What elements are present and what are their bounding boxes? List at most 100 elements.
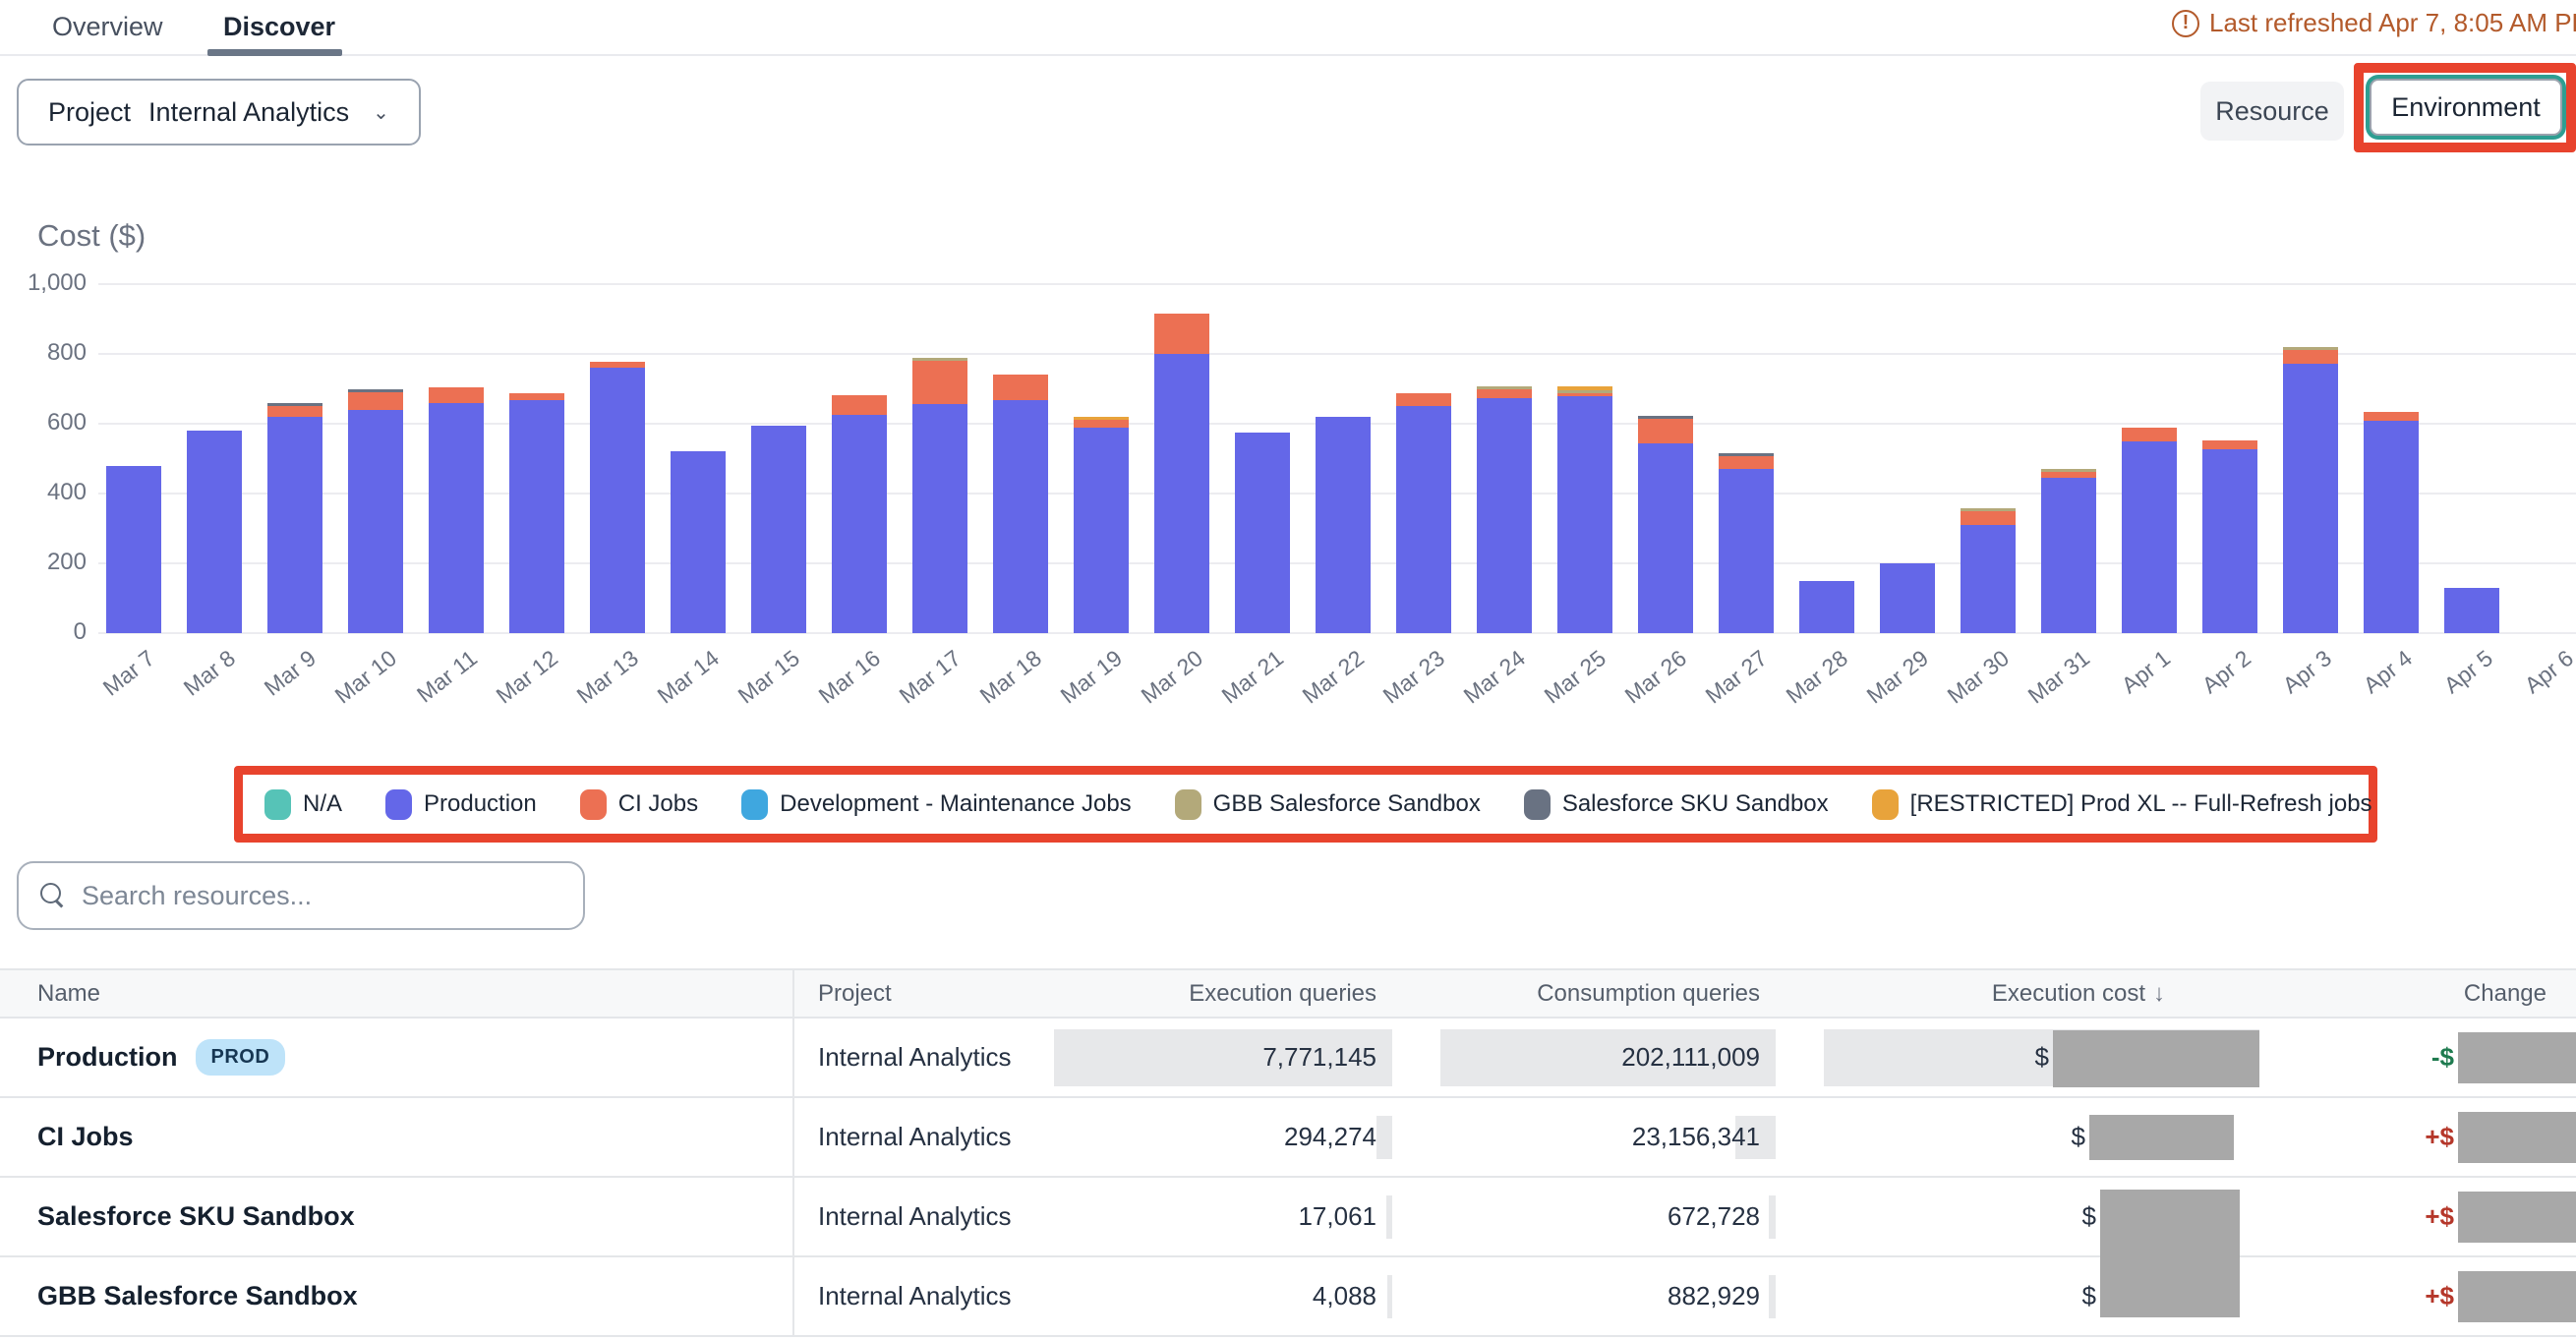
legend-item-ci-jobs[interactable]: CI Jobs — [580, 789, 698, 820]
bar-segment-production[interactable] — [1799, 581, 1854, 633]
col-header-execution-queries[interactable]: Execution queries — [1091, 970, 1392, 1017]
bar-segment-production[interactable] — [1154, 354, 1209, 633]
col-header-consumption-queries[interactable]: Consumption queries — [1392, 970, 1776, 1017]
legend-label: Development - Maintenance Jobs — [780, 790, 1132, 818]
bar-segment-production[interactable] — [1719, 469, 1774, 633]
bar-segment-production[interactable] — [187, 431, 242, 633]
bar-segment-production[interactable] — [2041, 478, 2096, 633]
bar-segment-ci-jobs[interactable] — [348, 392, 403, 410]
x-axis-tick-label: Mar 28 — [1782, 645, 1853, 709]
bar-segment-ci-jobs[interactable] — [267, 406, 322, 417]
bar-segment-production[interactable] — [590, 368, 645, 633]
consumption-queries-value: 672,728 — [1668, 1201, 1760, 1232]
bar-segment-production[interactable] — [1235, 433, 1290, 633]
execution-queries-value: 294,274 — [1284, 1122, 1376, 1152]
bar-segment-ci-jobs[interactable] — [590, 362, 645, 368]
bar-segment-production[interactable] — [348, 410, 403, 633]
legend-item-n-a[interactable]: N/A — [264, 789, 342, 820]
bar-segment-production[interactable] — [832, 415, 887, 633]
col-header-change[interactable]: Change — [2259, 970, 2576, 1017]
bar-segment-ci-jobs[interactable] — [993, 375, 1048, 400]
bar-segment--restricted-prod-xl-full-refresh-jobs[interactable] — [1074, 417, 1129, 420]
col-header-project[interactable]: Project — [794, 970, 1091, 1017]
environment-toggle-button[interactable]: Environment — [2370, 79, 2562, 136]
bar-segment-production[interactable] — [1477, 398, 1532, 633]
bar-segment-production[interactable] — [2202, 449, 2257, 633]
cost-currency-sign: $ — [2082, 1201, 2096, 1232]
x-axis-tick-label: Mar 12 — [492, 645, 563, 709]
bar-segment-salesforce-sku-sandbox[interactable] — [1638, 416, 1693, 419]
bar-segment-production[interactable] — [429, 403, 484, 633]
bar-segment-ci-jobs[interactable] — [509, 393, 564, 400]
bar-segment-production[interactable] — [2444, 588, 2499, 633]
project-filter-dropdown[interactable]: Project Internal Analytics ⌄ — [17, 79, 421, 146]
table-row-production[interactable]: ProductionPRODInternal Analytics7,771,14… — [0, 1019, 2576, 1098]
bar-segment-ci-jobs[interactable] — [2122, 428, 2177, 442]
y-axis-tick-label: 600 — [8, 409, 87, 437]
bar-segment--restricted-prod-xl-full-refresh-jobs[interactable] — [1557, 386, 1612, 390]
project-value: Internal Analytics — [818, 1201, 1012, 1232]
bar-segment-ci-jobs[interactable] — [429, 387, 484, 403]
bar-segment-production[interactable] — [106, 466, 161, 633]
bar-segment-ci-jobs[interactable] — [912, 361, 967, 404]
bar-segment-production[interactable] — [993, 400, 1048, 633]
bar-segment-ci-jobs[interactable] — [1557, 393, 1612, 396]
bar-segment-production[interactable] — [1074, 428, 1129, 633]
cost-currency-sign: $ — [2035, 1042, 2049, 1073]
bar-segment-salesforce-sku-sandbox[interactable] — [267, 403, 322, 406]
bar-segment-gbb-salesforce-sandbox[interactable] — [1961, 508, 2016, 511]
bar-segment-production[interactable] — [1316, 417, 1371, 633]
x-axis-tick-label: Mar 18 — [975, 645, 1047, 709]
bar-segment-ci-jobs[interactable] — [1638, 419, 1693, 442]
bar-segment-ci-jobs[interactable] — [2364, 412, 2419, 421]
bar-segment-gbb-salesforce-sandbox[interactable] — [1477, 386, 1532, 389]
tab-overview[interactable]: Overview — [52, 12, 163, 42]
bar-segment-gbb-salesforce-sandbox[interactable] — [2283, 347, 2338, 350]
bar-segment-ci-jobs[interactable] — [1477, 389, 1532, 399]
legend-item-salesforce-sku-sandbox[interactable]: Salesforce SKU Sandbox — [1524, 789, 1829, 820]
bar-segment-production[interactable] — [1880, 563, 1935, 633]
col-header-execution-cost[interactable]: Execution cost ↓ — [1776, 970, 2259, 1017]
col-header-name[interactable]: Name — [0, 970, 794, 1017]
bar-segment-gbb-salesforce-sandbox[interactable] — [2041, 469, 2096, 472]
bar-segment-production[interactable] — [1396, 406, 1451, 633]
legend-item--restricted-prod-xl-full-refresh-jobs[interactable]: [RESTRICTED] Prod XL -- Full-Refresh job… — [1872, 789, 2372, 820]
y-axis-tick-label: 0 — [8, 618, 87, 646]
bar-segment-production[interactable] — [671, 451, 726, 633]
tab-discover[interactable]: Discover — [223, 12, 335, 42]
bar-segment-ci-jobs[interactable] — [832, 395, 887, 416]
table-row-ci-jobs[interactable]: CI JobsInternal Analytics294,27423,156,3… — [0, 1098, 2576, 1178]
bar-segment-ci-jobs[interactable] — [2041, 472, 2096, 478]
bar-segment-ci-jobs[interactable] — [1074, 420, 1129, 428]
resource-toggle-button[interactable]: Resource — [2200, 82, 2344, 141]
x-axis-tick-label: Mar 11 — [412, 645, 483, 708]
table-row-salesforce-sku-sandbox[interactable]: Salesforce SKU SandboxInternal Analytics… — [0, 1178, 2576, 1257]
bar-segment-salesforce-sku-sandbox[interactable] — [1719, 453, 1774, 456]
bar-segment-gbb-salesforce-sandbox[interactable] — [912, 358, 967, 361]
bar-segment-production[interactable] — [2364, 421, 2419, 633]
bar-segment-production[interactable] — [1557, 396, 1612, 633]
bar-segment-production[interactable] — [2283, 364, 2338, 633]
consumption-queries-value: 202,111,009 — [1621, 1042, 1760, 1073]
bar-segment-ci-jobs[interactable] — [2283, 350, 2338, 363]
legend-item-gbb-salesforce-sandbox[interactable]: GBB Salesforce Sandbox — [1175, 789, 1481, 820]
bar-segment-ci-jobs[interactable] — [1961, 511, 2016, 525]
bar-segment-production[interactable] — [509, 400, 564, 633]
bar-segment-gbb-salesforce-sandbox[interactable] — [1557, 390, 1612, 393]
bar-segment-ci-jobs[interactable] — [2202, 440, 2257, 449]
search-input[interactable]: Search resources... — [17, 861, 585, 930]
project-filter-label: Project — [48, 97, 131, 128]
bar-segment-salesforce-sku-sandbox[interactable] — [348, 389, 403, 392]
legend-item-development-maintenance-jobs[interactable]: Development - Maintenance Jobs — [741, 789, 1132, 820]
bar-segment-production[interactable] — [267, 417, 322, 633]
bar-segment-production[interactable] — [2122, 441, 2177, 633]
legend-item-production[interactable]: Production — [385, 789, 537, 820]
bar-segment-ci-jobs[interactable] — [1719, 456, 1774, 469]
bar-segment-ci-jobs[interactable] — [1154, 314, 1209, 354]
bar-segment-production[interactable] — [1638, 443, 1693, 633]
chevron-down-icon: ⌄ — [373, 100, 389, 125]
bar-segment-production[interactable] — [751, 426, 806, 633]
bar-segment-ci-jobs[interactable] — [1396, 393, 1451, 406]
bar-segment-production[interactable] — [1961, 525, 2016, 633]
bar-segment-production[interactable] — [912, 404, 967, 633]
